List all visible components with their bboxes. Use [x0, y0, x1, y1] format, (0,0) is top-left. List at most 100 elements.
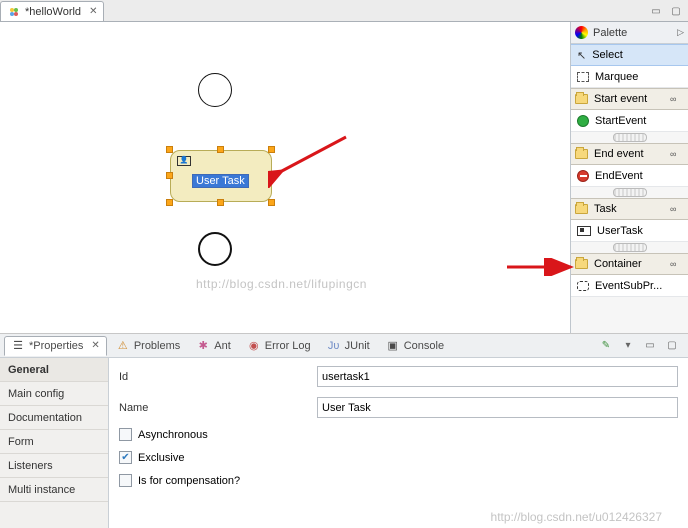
- view-tab-console[interactable]: ▣ Console: [379, 336, 451, 356]
- palette-event-subprocess[interactable]: EventSubPr...: [571, 275, 688, 297]
- resize-handle[interactable]: [166, 172, 173, 179]
- problems-icon: ⚠: [116, 339, 130, 353]
- collapse-icon[interactable]: ∞: [670, 149, 684, 160]
- palette-scroll-grip[interactable]: [613, 133, 647, 142]
- asynchronous-checkbox[interactable]: [119, 428, 132, 441]
- junit-icon: Jᴜ: [327, 339, 341, 353]
- collapse-icon[interactable]: ∞: [670, 94, 684, 105]
- maximize-icon[interactable]: ▢: [664, 338, 680, 354]
- palette-category-label: End event: [594, 148, 644, 160]
- close-icon[interactable]: ✕: [89, 6, 97, 17]
- folder-icon: [575, 259, 588, 269]
- resize-handle[interactable]: [217, 199, 224, 206]
- props-cat-general[interactable]: General: [0, 358, 108, 382]
- user-task-icon: [577, 226, 591, 236]
- collapse-icon[interactable]: ∞: [670, 259, 684, 270]
- resize-handle[interactable]: [268, 146, 275, 153]
- palette-title: Palette: [593, 27, 627, 39]
- view-tab-junit[interactable]: Jᴜ JUnit: [320, 336, 377, 356]
- error-log-icon: ◉: [247, 339, 261, 353]
- palette-item-label: Marquee: [595, 71, 638, 83]
- collapse-icon[interactable]: ∞: [670, 204, 684, 215]
- field-label-name: Name: [119, 402, 317, 414]
- palette-item-label: EndEvent: [595, 170, 643, 182]
- folder-icon: [575, 204, 588, 214]
- watermark-text: http://blog.csdn.net/lifupingcn: [196, 277, 367, 291]
- folder-icon: [575, 149, 588, 159]
- palette-header[interactable]: Palette ▷: [571, 22, 688, 44]
- palette-scroll-grip[interactable]: [613, 243, 647, 252]
- minimize-icon[interactable]: ▭: [648, 3, 664, 19]
- annotation-arrow-icon: [268, 132, 348, 188]
- properties-fields: Id Name Asynchronous ✔ Exclusive Is for …: [109, 358, 688, 528]
- console-icon: ▣: [386, 339, 400, 353]
- resize-handle[interactable]: [166, 146, 173, 153]
- props-cat-multiinstance[interactable]: Multi instance: [0, 478, 108, 502]
- palette-wheel-icon: [575, 26, 588, 39]
- resize-handle[interactable]: [217, 146, 224, 153]
- view-tab-problems[interactable]: ⚠ Problems: [109, 336, 187, 356]
- start-event-node[interactable]: [198, 73, 232, 107]
- editor-tab-helloworld[interactable]: *helloWorld ✕: [0, 1, 104, 21]
- palette-item-label: Select: [592, 49, 623, 61]
- views-toolbar: ✎ ▾ ▭ ▢: [598, 338, 684, 354]
- palette-category-end[interactable]: End event ∞: [571, 143, 688, 165]
- editor-tabs-bar: *helloWorld ✕ ▭ ▢: [0, 0, 688, 22]
- name-field[interactable]: [317, 397, 678, 418]
- compensation-checkbox[interactable]: [119, 474, 132, 487]
- view-tab-properties[interactable]: ☰ *Properties ✕: [4, 336, 107, 356]
- resize-handle[interactable]: [268, 199, 275, 206]
- process-canvas[interactable]: 👤 User Task http:/: [0, 22, 570, 333]
- exclusive-label: Exclusive: [138, 452, 184, 464]
- palette-marquee-tool[interactable]: Marquee: [571, 66, 688, 88]
- view-tab-label: Problems: [134, 340, 180, 352]
- end-event-node[interactable]: [198, 232, 232, 266]
- view-tab-label: Error Log: [265, 340, 311, 352]
- maximize-icon[interactable]: ▢: [668, 3, 684, 19]
- props-cat-form[interactable]: Form: [0, 430, 108, 454]
- palette-category-start[interactable]: Start event ∞: [571, 88, 688, 110]
- asynchronous-label: Asynchronous: [138, 429, 208, 441]
- annotation-arrow-icon: [505, 258, 577, 276]
- id-field[interactable]: [317, 366, 678, 387]
- palette-expand-icon[interactable]: ▷: [677, 27, 684, 38]
- view-tab-errorlog[interactable]: ◉ Error Log: [240, 336, 318, 356]
- user-task-icon: 👤: [177, 156, 191, 166]
- props-cat-mainconfig[interactable]: Main config: [0, 382, 108, 406]
- palette-category-task[interactable]: Task ∞: [571, 198, 688, 220]
- props-cat-documentation[interactable]: Documentation: [0, 406, 108, 430]
- start-event-icon: [577, 115, 589, 127]
- palette-end-event[interactable]: EndEvent: [571, 165, 688, 187]
- end-event-icon: [577, 170, 589, 182]
- close-icon[interactable]: ✕: [91, 340, 99, 351]
- views-tabs-bar: ☰ *Properties ✕ ⚠ Problems ✱ Ant ◉ Error…: [0, 334, 688, 358]
- palette-category-label: Start event: [594, 93, 647, 105]
- compensation-label: Is for compensation?: [138, 475, 240, 487]
- new-view-icon[interactable]: ✎: [598, 338, 614, 354]
- field-label-id: Id: [119, 371, 317, 383]
- view-tab-label: Ant: [214, 340, 231, 352]
- view-menu-icon[interactable]: ▾: [620, 338, 636, 354]
- view-tab-label: Console: [404, 340, 444, 352]
- user-task-label[interactable]: User Task: [193, 175, 248, 187]
- view-tab-ant[interactable]: ✱ Ant: [189, 336, 238, 356]
- palette-item-label: EventSubPr...: [595, 280, 662, 292]
- palette-scroll-grip[interactable]: [613, 188, 647, 197]
- cursor-icon: ↖: [577, 49, 586, 62]
- palette-item-label: UserTask: [597, 225, 643, 237]
- palette-category-container[interactable]: Container ∞: [571, 253, 688, 275]
- user-task-node[interactable]: 👤 User Task: [170, 150, 272, 202]
- resize-handle[interactable]: [268, 172, 275, 179]
- props-cat-listeners[interactable]: Listeners: [0, 454, 108, 478]
- palette-select-tool[interactable]: ↖ Select: [571, 44, 688, 66]
- exclusive-checkbox[interactable]: ✔: [119, 451, 132, 464]
- palette-category-label: Task: [594, 203, 617, 215]
- editor-tab-title: *helloWorld: [25, 6, 81, 18]
- minimize-icon[interactable]: ▭: [642, 338, 658, 354]
- process-file-icon: [7, 5, 21, 19]
- palette-user-task[interactable]: UserTask: [571, 220, 688, 242]
- watermark-text: http://blog.csdn.net/u012426327: [491, 510, 662, 524]
- palette-start-event[interactable]: StartEvent: [571, 110, 688, 132]
- resize-handle[interactable]: [166, 199, 173, 206]
- palette-category-label: Container: [594, 258, 642, 270]
